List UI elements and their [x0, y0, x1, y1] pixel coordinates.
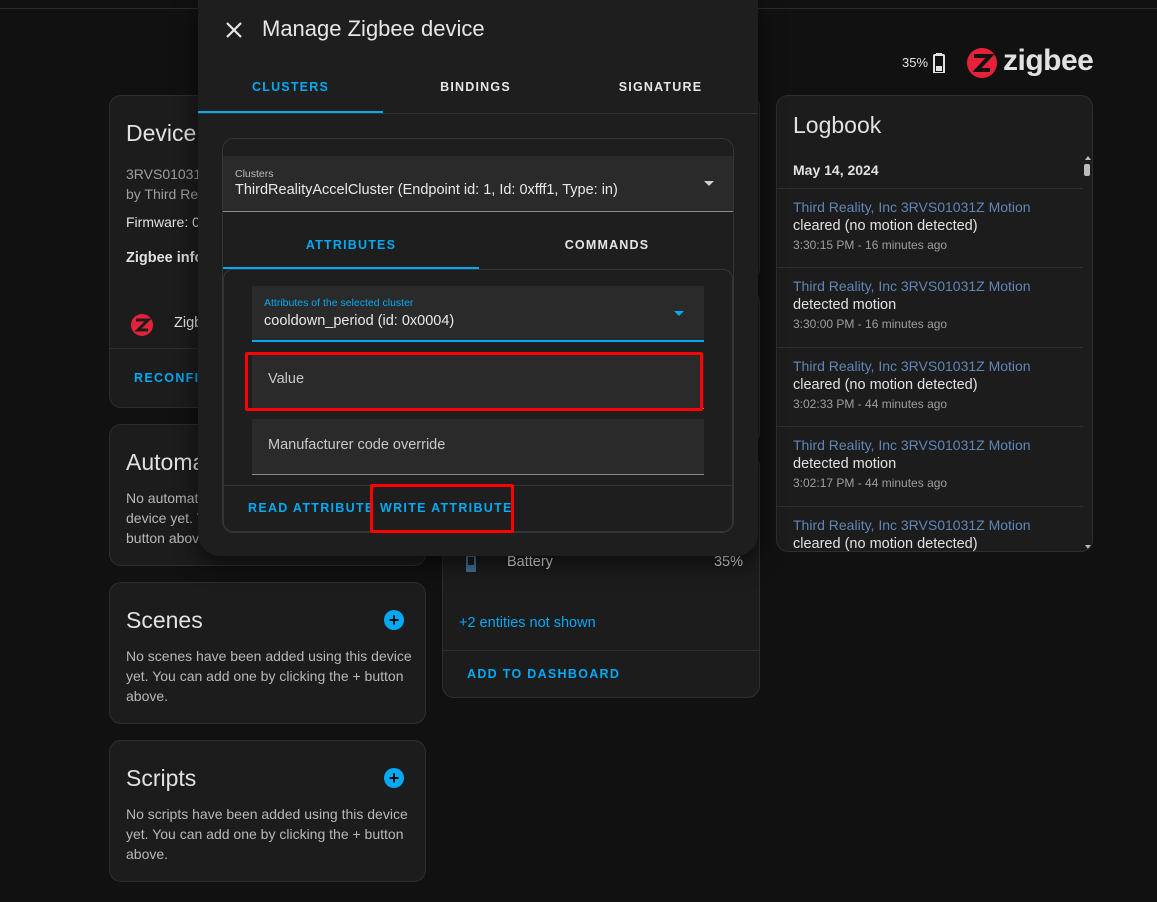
close-icon[interactable]: [222, 18, 246, 42]
scenes-card: Scenes + No scenes have been added using…: [109, 582, 426, 724]
write-attribute-highlight: [370, 484, 514, 533]
add-to-dashboard-button[interactable]: ADD TO DASHBOARD: [467, 667, 620, 681]
log-message: cleared (no motion detected): [793, 536, 978, 552]
zigbee-icon: [131, 314, 153, 336]
entities-card-divider: [443, 650, 759, 651]
logbook-entry[interactable]: Third Reality, Inc 3RVS01031Z Motion cle…: [793, 199, 1083, 252]
tab-attributes[interactable]: ATTRIBUTES: [223, 238, 479, 252]
automations-text-line-2: device yet. Y: [126, 510, 206, 526]
scenes-text-line-2: yet. You can add one by clicking the + b…: [126, 668, 404, 684]
tab-clusters[interactable]: CLUSTERS: [198, 80, 383, 94]
logbook-entry[interactable]: Third Reality, Inc 3RVS01031Z Motion cle…: [793, 358, 1083, 411]
logbook-divider: [777, 347, 1083, 348]
automations-text-line-3: button abov: [126, 530, 200, 546]
device-manufacturer: by Third Rea: [126, 186, 206, 202]
logbook-entry[interactable]: Third Reality, Inc 3RVS01031Z Motion det…: [793, 437, 1083, 490]
device-card-title: Device: [126, 120, 197, 146]
log-time: 3:02:33 PM - 44 minutes ago: [793, 397, 948, 411]
dialog-title: Manage Zigbee device: [262, 16, 485, 41]
logbook-date-divider: [777, 188, 1083, 189]
attribute-select[interactable]: Attributes of the selected cluster coold…: [252, 286, 704, 342]
logbook-divider: [777, 267, 1083, 268]
scenes-text-line-1: No scenes have been added using this dev…: [126, 648, 412, 664]
chevron-down-icon[interactable]: [674, 311, 684, 316]
scripts-text-line-2: yet. You can add one by clicking the + b…: [126, 826, 404, 842]
header-battery-percent: 35%: [902, 55, 929, 70]
device-firmware: Firmware: 0: [126, 214, 200, 230]
add-scene-plus-icon[interactable]: +: [384, 610, 404, 630]
log-entity-name[interactable]: Third Reality, Inc 3RVS01031Z Motion: [793, 437, 1083, 453]
scenes-card-title: Scenes: [126, 607, 203, 633]
cluster-select-value: ThirdRealityAccelCluster (Endpoint id: 1…: [235, 182, 618, 198]
add-script-plus-icon[interactable]: +: [384, 768, 404, 788]
logbook-card: Logbook May 14, 2024 Third Reality, Inc …: [776, 95, 1093, 552]
attribute-select-value: cooldown_period (id: 0x0004): [264, 313, 455, 329]
log-message: cleared (no motion detected): [793, 377, 978, 393]
manage-zigbee-dialog: Manage Zigbee device CLUSTERS BINDINGS S…: [198, 0, 758, 556]
log-time: 3:30:00 PM - 16 minutes ago: [793, 317, 948, 331]
logbook-scroll-thumb[interactable]: [1084, 164, 1090, 176]
scenes-text-line-3: above.: [126, 688, 169, 704]
automations-card-title: Automa: [126, 449, 206, 475]
automations-text-line-1: No automat: [126, 490, 199, 506]
attribute-select-label: Attributes of the selected cluster: [264, 297, 414, 309]
tab-signature[interactable]: SIGNATURE: [568, 80, 753, 94]
logbook-divider: [777, 506, 1083, 507]
value-field-highlight: [245, 352, 703, 411]
clusters-panel: Clusters ThirdRealityAccelCluster (Endpo…: [222, 138, 734, 533]
log-entity-name[interactable]: Third Reality, Inc 3RVS01031Z Motion: [793, 358, 1083, 374]
cluster-select-label: Clusters: [235, 168, 274, 180]
log-message: detected motion: [793, 297, 897, 313]
scripts-card-title: Scripts: [126, 765, 197, 791]
scripts-text-line-3: above.: [126, 846, 169, 862]
zigbee-brand: zigbee: [1003, 44, 1094, 77]
logbook-title: Logbook: [793, 112, 882, 138]
logbook-date: May 14, 2024: [793, 162, 879, 178]
device-model: 3RVS01031: [126, 166, 202, 182]
log-entity-name[interactable]: Third Reality, Inc 3RVS01031Z Motion: [793, 278, 1083, 294]
log-message: detected motion: [793, 456, 897, 472]
logbook-scrollbar[interactable]: [1084, 156, 1091, 551]
logbook-entry[interactable]: Third Reality, Inc 3RVS01031Z Motion cle…: [793, 517, 1083, 552]
logbook-entry[interactable]: Third Reality, Inc 3RVS01031Z Motion det…: [793, 278, 1083, 331]
tab-commands[interactable]: COMMANDS: [479, 238, 733, 252]
tab-bindings[interactable]: BINDINGS: [383, 80, 568, 94]
log-entity-name[interactable]: Third Reality, Inc 3RVS01031Z Motion: [793, 199, 1083, 215]
tabs-divider: [198, 113, 758, 114]
zigbee-info-heading: Zigbee info: [126, 250, 204, 266]
scripts-card: Scripts + No scripts have been added usi…: [109, 740, 426, 882]
chevron-down-icon[interactable]: [704, 181, 714, 186]
battery-entity-value: 35%: [713, 554, 743, 570]
scripts-text-line-1: No scripts have been added using this de…: [126, 806, 408, 822]
log-entity-name[interactable]: Third Reality, Inc 3RVS01031Z Motion: [793, 517, 1083, 533]
manufacturer-code-label: Manufacturer code override: [268, 437, 446, 453]
logbook-divider: [777, 426, 1083, 427]
hidden-entities-link[interactable]: +2 entities not shown: [459, 615, 596, 631]
log-message: cleared (no motion detected): [793, 218, 978, 234]
log-time: 3:02:17 PM - 44 minutes ago: [793, 476, 948, 490]
cluster-select[interactable]: Clusters ThirdRealityAccelCluster (Endpo…: [223, 156, 733, 212]
manufacturer-code-field[interactable]: Manufacturer code override: [252, 419, 704, 475]
battery-entity-label[interactable]: Battery: [507, 554, 553, 570]
log-time: 3:30:15 PM - 16 minutes ago: [793, 238, 948, 252]
battery-icon: [933, 53, 945, 73]
zigbee-logo-icon: [967, 48, 997, 78]
read-attribute-button[interactable]: READ ATTRIBUTE: [248, 501, 375, 515]
